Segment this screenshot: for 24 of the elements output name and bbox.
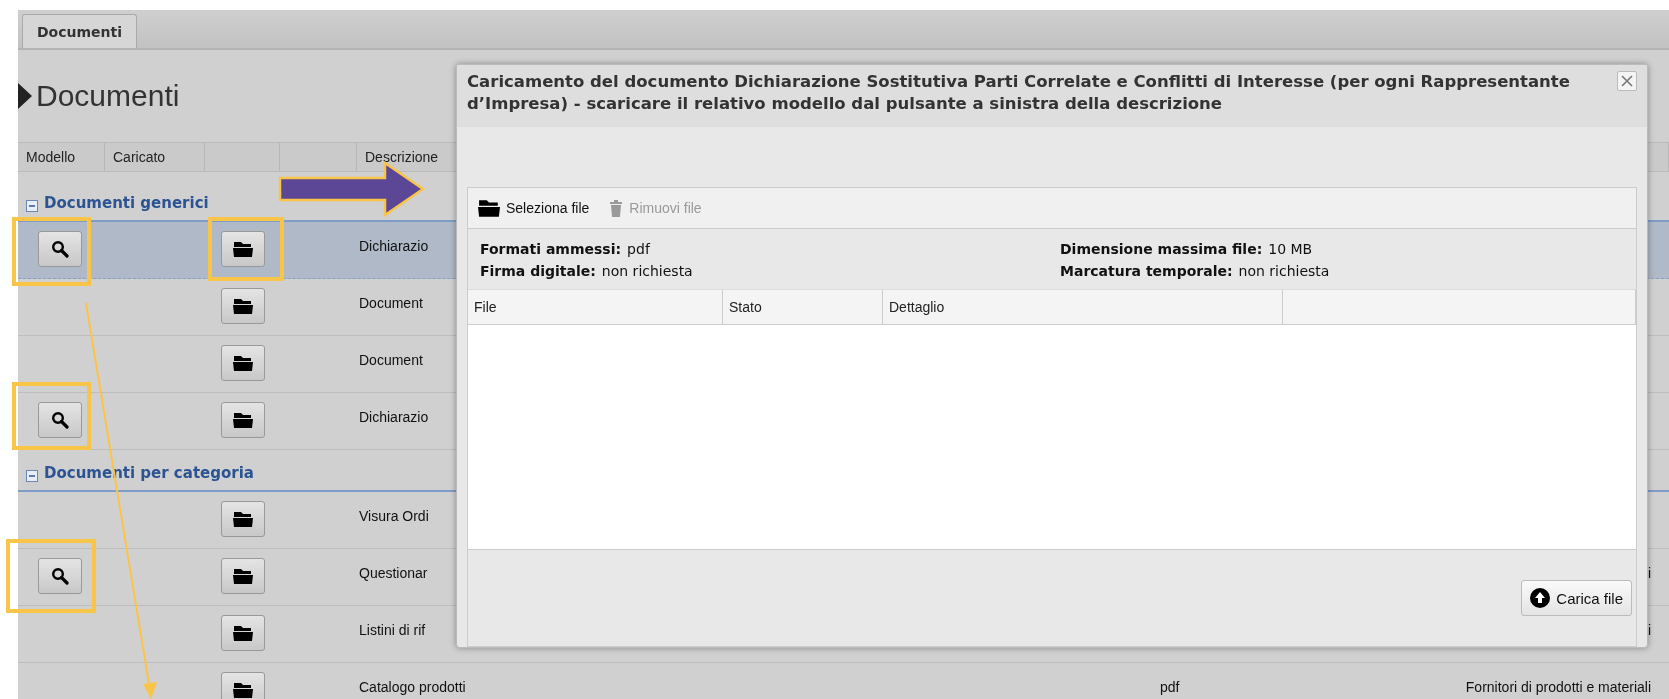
info-field: Marcatura temporale: non richiesta [1060,263,1624,279]
column-header: Caricato [105,143,205,171]
table-cell: Fornitori di prodotti e materiali [1465,679,1651,695]
table-cell: Questionar [359,565,428,581]
info-field: Firma digitale: non richiesta [480,263,1060,279]
table-cell: Visura Ordi [359,508,429,524]
group-header: Documenti generici [44,194,209,212]
table-cell: pdf [1160,679,1180,695]
table-cell: Dichiarazio [359,238,429,254]
table-cell: Document [359,295,423,311]
table-cell: Catalogo prodotti [359,679,466,695]
page-title: Documenti [36,79,180,113]
table-cell: Listini di rif [359,622,426,638]
info-field: Formati ammessi: pdf [480,241,1060,257]
table-cell: Document [359,352,423,368]
table-cell: i [1647,622,1651,638]
table-cell: Dichiarazio [359,409,429,425]
table-cell: i [1647,565,1651,581]
info-field: Dimensione massima file: 10 MB [1060,241,1624,257]
column-header: Modello [18,143,105,171]
column-header: File [468,290,723,324]
dialog-title: Caricamento del documento Dichiarazione Sostitutiva Parti Correlate e Conflitti di Interesse (per ogni Rappresentante d’Impresa) - scaricare il relativo modello dal pulsante a sinistra della descrizione [467,71,1571,115]
column-header: Dettaglio [883,290,1283,324]
column-header: Stato [723,290,883,324]
